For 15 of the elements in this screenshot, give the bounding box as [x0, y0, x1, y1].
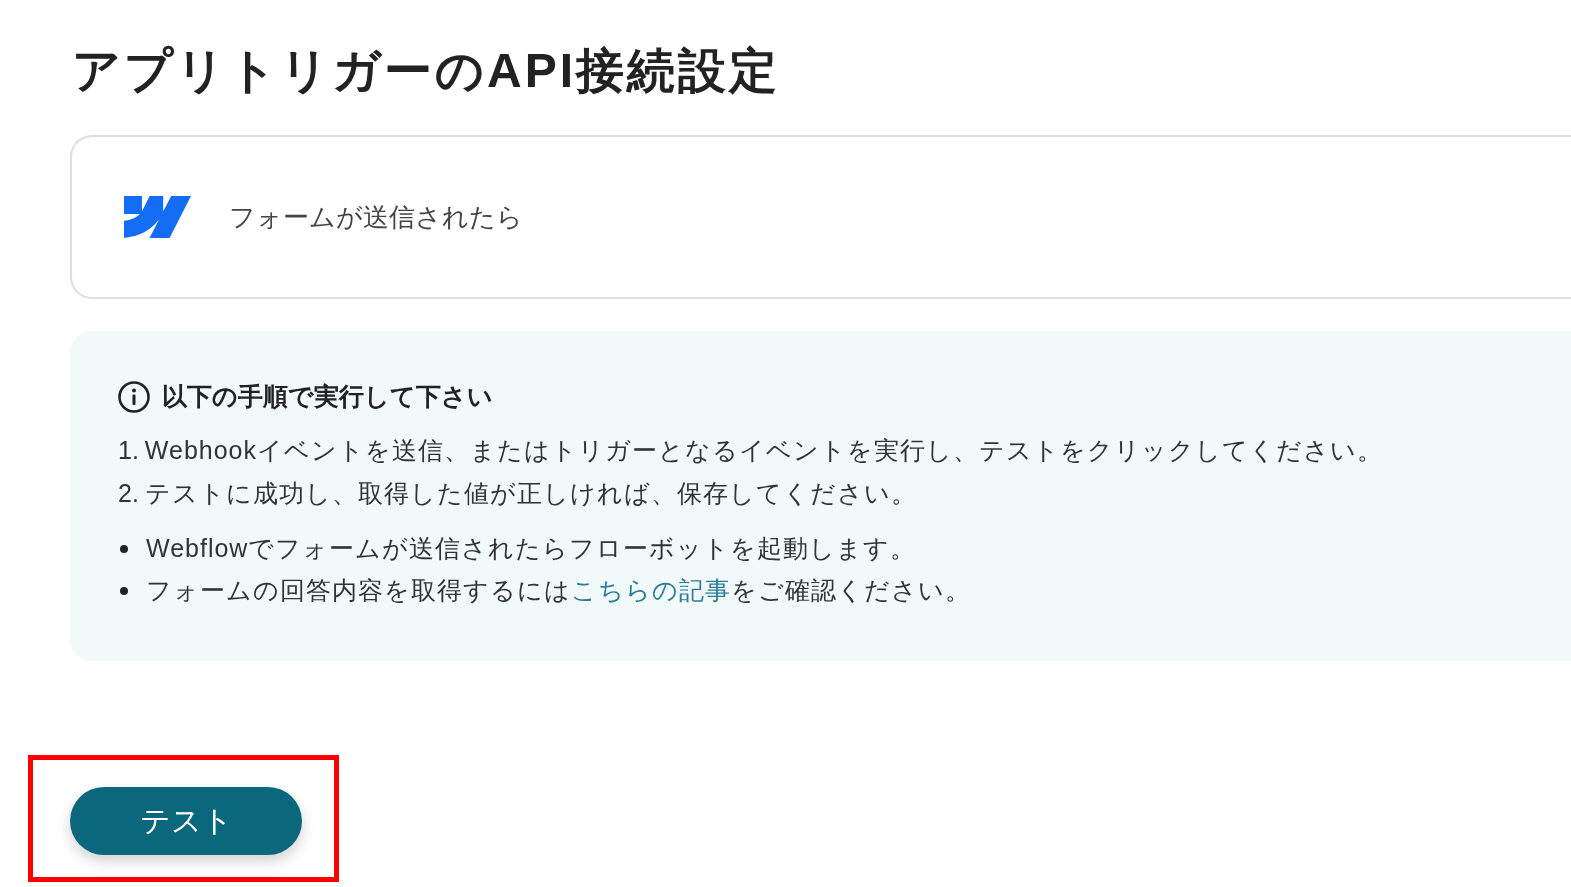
- note-text: フォームの回答内容を取得するには こちらの記事をご確認ください。: [146, 575, 971, 606]
- trigger-label: フォームが送信されたら: [229, 200, 523, 234]
- info-heading: 以下の手順で実行して下さい: [162, 381, 493, 412]
- step-number: 2.: [118, 478, 139, 509]
- step-text: テストに成功し、取得した値が正しければ、保存してください。: [144, 478, 917, 509]
- page-title: アプリトリガーのAPI接続設定: [72, 43, 780, 99]
- bullet-icon: [120, 586, 128, 595]
- w-logo-icon: [124, 196, 191, 238]
- note-text: Webflowでフォームが送信されたらフローボットを起動します。: [146, 533, 917, 564]
- article-link[interactable]: こちらの記事: [571, 576, 731, 604]
- step-number: 1.: [118, 435, 139, 466]
- test-button[interactable]: テスト: [70, 787, 302, 855]
- info-icon: [118, 380, 150, 413]
- step-text: Webhookイベントを送信、またはトリガーとなるイベントを実行し、テストをクリックしてください。: [144, 435, 1384, 466]
- bullet-icon: [120, 544, 128, 553]
